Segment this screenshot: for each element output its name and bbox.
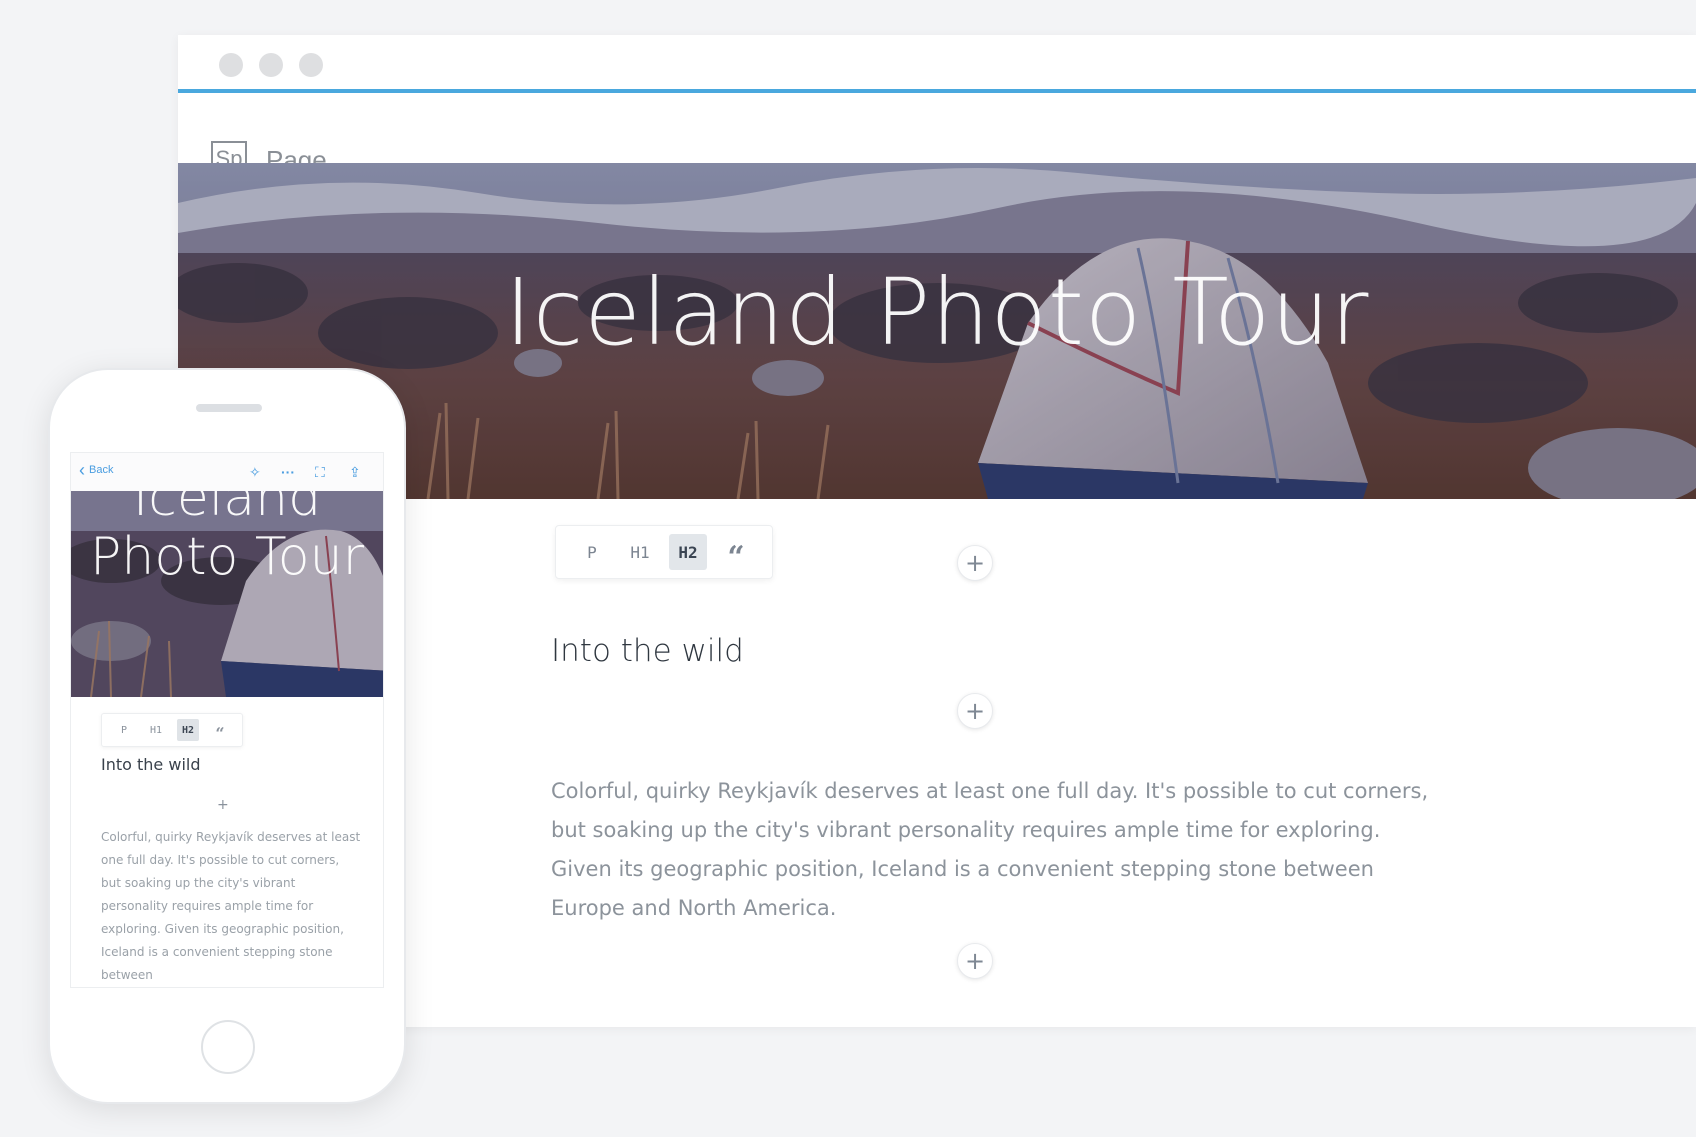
add-block-button-bottom[interactable]: + [957, 943, 993, 979]
phone-section-heading[interactable]: Into the wild [101, 755, 200, 774]
share-icon[interactable]: ⇪ [349, 464, 361, 480]
format-paragraph-button[interactable]: P [573, 534, 611, 570]
magic-wand-icon[interactable]: ✧ [249, 464, 261, 480]
phone-format-quote-button[interactable]: “ [209, 716, 231, 744]
phone-nav-bar: ‹ Back ✧ ··· ⛶ ⇪ [71, 453, 383, 492]
format-quote-button[interactable]: “ [717, 528, 755, 576]
format-toolbar: P H1 H2 “ [555, 525, 773, 579]
phone-screen: ‹ Back ✧ ··· ⛶ ⇪ Iceland Photo Tour P H1… [70, 452, 384, 988]
phone-format-toolbar: P H1 H2 “ [101, 713, 243, 747]
phone-hero-image[interactable]: Iceland Photo Tour [71, 491, 383, 697]
section-heading[interactable]: Into the wild [551, 633, 744, 669]
phone-mockup: ‹ Back ✧ ··· ⛶ ⇪ Iceland Photo Tour P H1… [48, 368, 406, 1104]
hero-title[interactable]: Iceland Photo Tour [178, 259, 1696, 366]
phone-speaker [196, 404, 262, 412]
phone-body-paragraph[interactable]: Colorful, quirky Reykjavík deserves at l… [101, 826, 361, 987]
zoom-window-button[interactable] [299, 53, 323, 77]
format-h1-button[interactable]: H1 [621, 534, 659, 570]
plus-icon: + [964, 947, 986, 975]
phone-format-h1-button[interactable]: H1 [145, 719, 167, 741]
format-h2-button[interactable]: H2 [669, 534, 707, 570]
preview-icon[interactable]: ⛶ [315, 464, 325, 480]
window-titlebar [178, 35, 1696, 93]
add-block-button-top[interactable]: + [957, 545, 993, 581]
more-icon[interactable]: ··· [281, 464, 295, 480]
plus-icon: + [964, 697, 986, 725]
phone-back-button[interactable]: ‹ Back [79, 460, 114, 480]
body-paragraph[interactable]: Colorful, quirky Reykjavík deserves at l… [551, 772, 1441, 928]
minimize-window-button[interactable] [259, 53, 283, 77]
add-block-button-middle[interactable]: + [957, 693, 993, 729]
close-window-button[interactable] [219, 53, 243, 77]
plus-icon: + [964, 549, 986, 577]
phone-format-paragraph-button[interactable]: P [113, 719, 135, 741]
phone-home-button[interactable] [201, 1020, 255, 1074]
phone-add-block-button[interactable]: + [217, 797, 229, 813]
phone-back-label: Back [89, 464, 114, 476]
phone-hero-title[interactable]: Iceland Photo Tour [71, 491, 383, 587]
chevron-left-icon: ‹ [79, 460, 85, 480]
phone-format-h2-button[interactable]: H2 [177, 719, 199, 741]
